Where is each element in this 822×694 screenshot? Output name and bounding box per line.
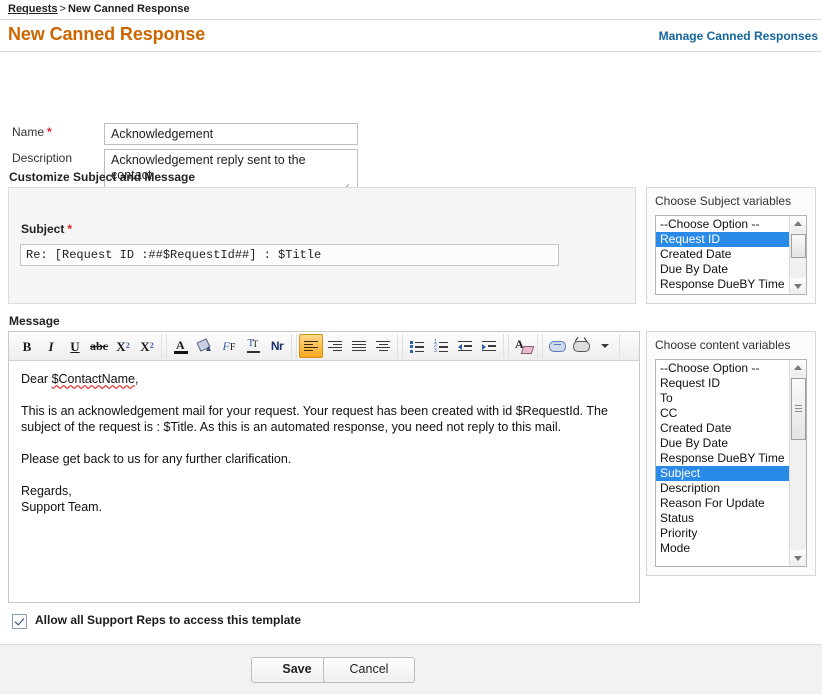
toolbar-group-link — [542, 334, 620, 358]
align-right-icon[interactable] — [323, 334, 347, 358]
font-family-icon[interactable]: FF — [217, 334, 241, 358]
bold-icon[interactable]: B — [15, 334, 39, 358]
list-item[interactable]: Response DueBY Time — [656, 451, 790, 466]
allow-access-label: Allow all Support Reps to access this te… — [35, 613, 301, 627]
font-size-icon[interactable]: T T — [241, 334, 265, 358]
breadcrumb-current: New Canned Response — [68, 3, 190, 15]
subject-required-marker: * — [64, 222, 72, 236]
list-item[interactable]: Mode — [656, 541, 790, 556]
italic-icon[interactable]: I — [39, 334, 63, 358]
description-label: Description — [12, 151, 72, 165]
editor-toolbar: B I U abc X2 X2 A FF — [9, 332, 639, 361]
subject-label: Subject* — [21, 222, 72, 236]
background-color-icon[interactable] — [193, 334, 217, 358]
chevron-down-icon[interactable] — [593, 334, 617, 358]
scrollbar-thumb[interactable] — [791, 378, 806, 440]
underline-icon[interactable]: U — [63, 334, 87, 358]
list-item[interactable]: Due By Date — [656, 262, 790, 277]
breadcrumb-link-requests[interactable]: Requests — [8, 3, 58, 15]
list-item[interactable]: Request ID — [656, 232, 790, 247]
list-item[interactable]: Description — [656, 481, 790, 496]
toolbar-group-style: A — [508, 334, 538, 358]
message-section-heading: Message — [9, 314, 60, 328]
toolbar-group-alignment — [296, 334, 398, 358]
format-nr-icon[interactable]: Nr — [265, 334, 289, 358]
list-item[interactable]: Reason For Update — [656, 496, 790, 511]
toolbar-group-lists: 1 2 3 — [402, 334, 504, 358]
toolbar-group-format: B I U abc X2 X2 — [13, 334, 162, 358]
name-input[interactable] — [104, 123, 358, 145]
subject-panel: Subject* — [8, 187, 636, 304]
subscript-icon[interactable]: X2 — [111, 334, 135, 358]
list-item[interactable]: Response DueBY Time — [656, 277, 790, 292]
subject-input[interactable] — [20, 244, 559, 266]
insert-link-icon[interactable] — [545, 334, 569, 358]
align-left-icon[interactable] — [299, 334, 323, 358]
subject-variables-scrollbar[interactable] — [789, 216, 806, 294]
allow-access-checkbox[interactable] — [12, 614, 27, 629]
outdent-icon[interactable] — [453, 334, 477, 358]
subject-variables-panel: Choose Subject variables --Choose Option… — [646, 187, 816, 304]
scroll-down-icon[interactable] — [790, 278, 806, 294]
remove-format-icon[interactable]: A — [511, 334, 535, 358]
spellcheck-token: $ContactName — [52, 372, 135, 386]
allow-access-row: Allow all Support Reps to access this te… — [0, 610, 822, 638]
list-item[interactable]: Priority — [656, 526, 790, 541]
manage-canned-responses-link[interactable]: Manage Canned Responses — [659, 29, 818, 43]
list-item[interactable]: Subject — [656, 466, 790, 481]
align-justify-icon[interactable] — [347, 334, 371, 358]
content-variables-panel: Choose content variables --Choose Option… — [646, 331, 816, 576]
list-item[interactable]: Due By Date — [656, 436, 790, 451]
page-title: New Canned Response — [8, 24, 205, 45]
scrollbar-thumb[interactable] — [791, 234, 806, 258]
indent-icon[interactable] — [477, 334, 501, 358]
align-center-icon[interactable] — [371, 334, 395, 358]
list-item[interactable]: --Choose Option -- — [656, 217, 790, 232]
message-editor: B I U abc X2 X2 A FF — [8, 331, 640, 603]
breadcrumb: Requests>New Canned Response — [0, 0, 822, 20]
page-header: New Canned Response Manage Canned Respon… — [0, 20, 822, 52]
name-label: Name* — [12, 125, 52, 139]
list-item[interactable]: Request ID — [656, 376, 790, 391]
numbered-list-icon[interactable]: 1 2 3 — [429, 334, 453, 358]
strikethrough-icon[interactable]: abc — [87, 334, 111, 358]
superscript-icon[interactable]: X2 — [135, 334, 159, 358]
content-variables-listbox[interactable]: --Choose Option --Request IDToCCCreated … — [655, 359, 807, 567]
scroll-up-icon[interactable] — [790, 216, 806, 232]
basic-fields-section: Name* Description Acknowledgement reply … — [0, 52, 822, 146]
unlink-icon[interactable] — [569, 334, 593, 358]
list-item[interactable]: --Choose Option -- — [656, 361, 790, 376]
scroll-down-icon[interactable] — [790, 550, 806, 566]
bullet-list-icon[interactable] — [405, 334, 429, 358]
font-color-icon[interactable]: A — [169, 334, 193, 358]
toolbar-group-color: A FF T T Nr — [166, 334, 292, 358]
subject-variables-listbox[interactable]: --Choose Option --Request IDCreated Date… — [655, 215, 807, 295]
content-variables-title: Choose content variables — [655, 338, 790, 352]
customize-section-heading: Customize Subject and Message — [9, 170, 195, 184]
list-item[interactable]: Created Date — [656, 421, 790, 436]
list-item[interactable]: Status — [656, 511, 790, 526]
cancel-button[interactable]: Cancel — [323, 657, 415, 683]
subject-variables-title: Choose Subject variables — [655, 194, 791, 208]
breadcrumb-separator: > — [58, 3, 68, 15]
content-variables-scrollbar[interactable] — [789, 360, 806, 566]
list-item[interactable]: CC — [656, 406, 790, 421]
list-item[interactable]: To — [656, 391, 790, 406]
list-item[interactable]: Created Date — [656, 247, 790, 262]
form-footer: Save Cancel — [0, 644, 822, 694]
name-required-marker: * — [44, 125, 52, 139]
scroll-up-icon[interactable] — [790, 360, 806, 376]
message-body-editor[interactable]: Dear $ContactName, This is an acknowledg… — [9, 361, 639, 602]
